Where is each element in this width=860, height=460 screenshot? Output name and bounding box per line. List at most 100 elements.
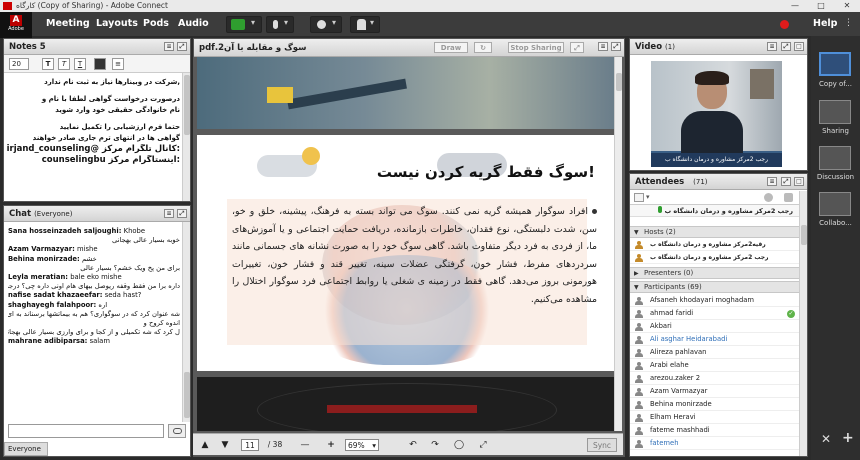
participant-icon [635,336,644,344]
pod-menu-icon[interactable]: ≡ [767,177,777,186]
zoom-out-icon[interactable]: — [299,438,311,452]
pod-menu-icon[interactable]: ≡ [598,42,608,51]
pod-menu-icon[interactable]: ≡ [164,209,174,218]
font-size-select[interactable]: 20 [9,58,29,70]
menu-audio[interactable]: Audio [178,12,209,36]
pod-fullscreen-icon[interactable]: ⤢ [177,42,187,51]
pod-menu-icon[interactable]: ≡ [767,42,777,51]
pod-fullscreen-icon[interactable]: ⤢ [781,42,791,51]
participants-section[interactable]: ▼ Participants (69) [630,281,799,293]
webcam-button[interactable]: ▾ [310,16,342,33]
pod-menu-icon[interactable]: ≡ [164,42,174,51]
menu-more-icon[interactable]: ⋮ [844,18,853,28]
collapse-icon: ▼ [634,229,639,236]
fullscreen-icon[interactable]: ⤢ [570,42,584,53]
next-page-icon[interactable]: ▼ [219,438,231,452]
participant-row[interactable]: Ali asghar Heidarabadi [630,334,799,346]
settings-icon[interactable] [784,193,793,202]
help-menu[interactable]: Help [813,12,837,36]
status-icon[interactable] [764,193,773,202]
share-pod-header: سوگ و مقابله با آن2.pdf Draw ↻ Stop Shar… [194,39,624,57]
webcam-icon [317,20,326,29]
close-layouts-icon[interactable]: ✕ [821,432,831,446]
record-indicator-icon[interactable] [780,20,789,29]
undo-icon[interactable]: ↶ [407,438,419,452]
pod-fullscreen-icon[interactable]: □ [794,177,804,186]
send-message-button[interactable] [168,424,186,438]
sync-view-icon[interactable]: ↻ [474,42,492,53]
participant-row[interactable]: Elham Heravi [630,412,799,424]
sync-button[interactable]: Sync [587,438,617,452]
microphone-icon [273,20,278,29]
video-pod: Video (1) ≡ ⤢ □ رجب 2مرکز مشاوره و درمان… [629,38,808,171]
list-view-icon[interactable] [634,193,644,202]
full-view-icon[interactable]: ⤢ [477,438,489,452]
italic-button[interactable]: T [58,58,70,70]
layout-label: Collabo... [819,219,852,227]
text-color-button[interactable] [94,58,106,70]
participant-row[interactable]: ahmad faridi ✓ [630,308,799,320]
chat-tab-everyone[interactable]: Everyone [4,442,48,456]
fit-width-icon[interactable]: ◯ [453,438,465,452]
layout-thumb-sharing[interactable] [819,100,851,124]
participant-row[interactable]: arezou.zaker 2 [630,373,799,385]
notes-line: درصورت درخواست گواهی لطفا با نام و [41,95,180,103]
layout-thumb-collaboration[interactable] [819,192,851,216]
chat-scrollbar[interactable] [182,222,190,422]
microphone-button[interactable]: ▾ [266,16,294,33]
previous-page-icon[interactable]: ▲ [199,438,211,452]
layout-thumb-copy-of-sharing[interactable] [819,52,851,76]
attendees-pod: Attendees (71) ≡ ⤢ □ ▾ رجب 2مرکز مشاوره … [629,173,808,457]
video-caption: رجب 2مرکز مشاوره و درمان دانشگاه ب [651,153,782,167]
menu-layouts[interactable]: Layouts [96,12,138,36]
layout-label: Discussion [816,173,855,181]
document-scrollbar[interactable] [614,57,622,431]
chat-message: Sana hosseinzadeh saljoughi: Khobe [8,227,146,235]
webcam-video[interactable]: رجب 2مرکز مشاوره و درمان دانشگاه ب [651,61,782,167]
chevron-down-icon[interactable]: ▾ [646,193,650,201]
host-row[interactable]: رقیه2مرکز مشاوره و درمان دانشگاه ب [630,239,799,251]
zoom-in-icon[interactable]: + [325,438,337,452]
zoom-select[interactable]: 69% ▾ [345,439,379,451]
participant-row[interactable]: Behina monirzade [630,399,799,411]
participant-icon [635,388,644,396]
slide-title: !سوگ فقط گریه کردن نیست [376,163,595,181]
hosts-section[interactable]: ▼ Hosts (2) [630,226,799,238]
host-row[interactable]: رجب 2مرکز مشاوره و درمان دانشگاه ب [630,252,799,264]
page-number-input[interactable]: 11 [241,439,259,451]
participant-row[interactable]: Alireza pahlavan [630,347,799,359]
chat-input[interactable] [8,424,164,438]
participant-row[interactable]: Afsaneh khodayari moghadam [630,295,799,307]
redo-icon[interactable]: ↷ [429,438,441,452]
participant-row[interactable]: Arabi elahe [630,360,799,372]
attendees-scrollbar[interactable] [799,191,807,456]
pod-fullscreen-icon[interactable]: ⤢ [177,209,187,218]
pod-fullscreen-icon[interactable]: □ [794,42,804,51]
close-icon[interactable]: ✕ [834,0,860,12]
pod-fullscreen-icon[interactable]: ⤢ [781,177,791,186]
participant-row[interactable]: fateme mashhadi [630,425,799,437]
menu-meeting[interactable]: Meeting [46,12,90,36]
participant-row[interactable]: Akbari [630,321,799,333]
maximize-icon[interactable]: □ [808,0,834,12]
adobe-connect-icon [3,2,12,10]
document-viewer[interactable]: !سوگ فقط گریه کردن نیست افراد سوگوار همی… [193,57,623,431]
draw-button[interactable]: Draw [434,42,468,53]
participant-row[interactable]: Azam Varmazyar [630,386,799,398]
add-layout-icon[interactable]: + [842,430,854,446]
underline-button[interactable]: T [74,58,86,70]
bold-button[interactable]: T [42,58,54,70]
stop-sharing-button[interactable]: Stop Sharing [508,42,564,53]
raise-hand-button[interactable]: ▾ [350,16,380,33]
notes-scrollbar[interactable] [182,73,190,201]
speaker-button[interactable]: ▾ [226,16,262,33]
pod-fullscreen-icon[interactable]: ⤢ [611,42,621,51]
minimize-icon[interactable]: — [782,0,808,12]
presenters-section[interactable]: ▶ Presenters (0) [630,267,799,279]
layout-thumb-discussion[interactable] [819,146,851,170]
participant-row[interactable]: fatemeh [630,438,799,450]
chevron-down-icon: ▾ [332,18,337,27]
notes-content[interactable]: ,شرکت در وبینارها نیاز به ثبت نام ندارد … [7,77,180,197]
bullet-list-button[interactable]: ≡ [112,58,124,70]
menu-pods[interactable]: Pods [143,12,169,36]
